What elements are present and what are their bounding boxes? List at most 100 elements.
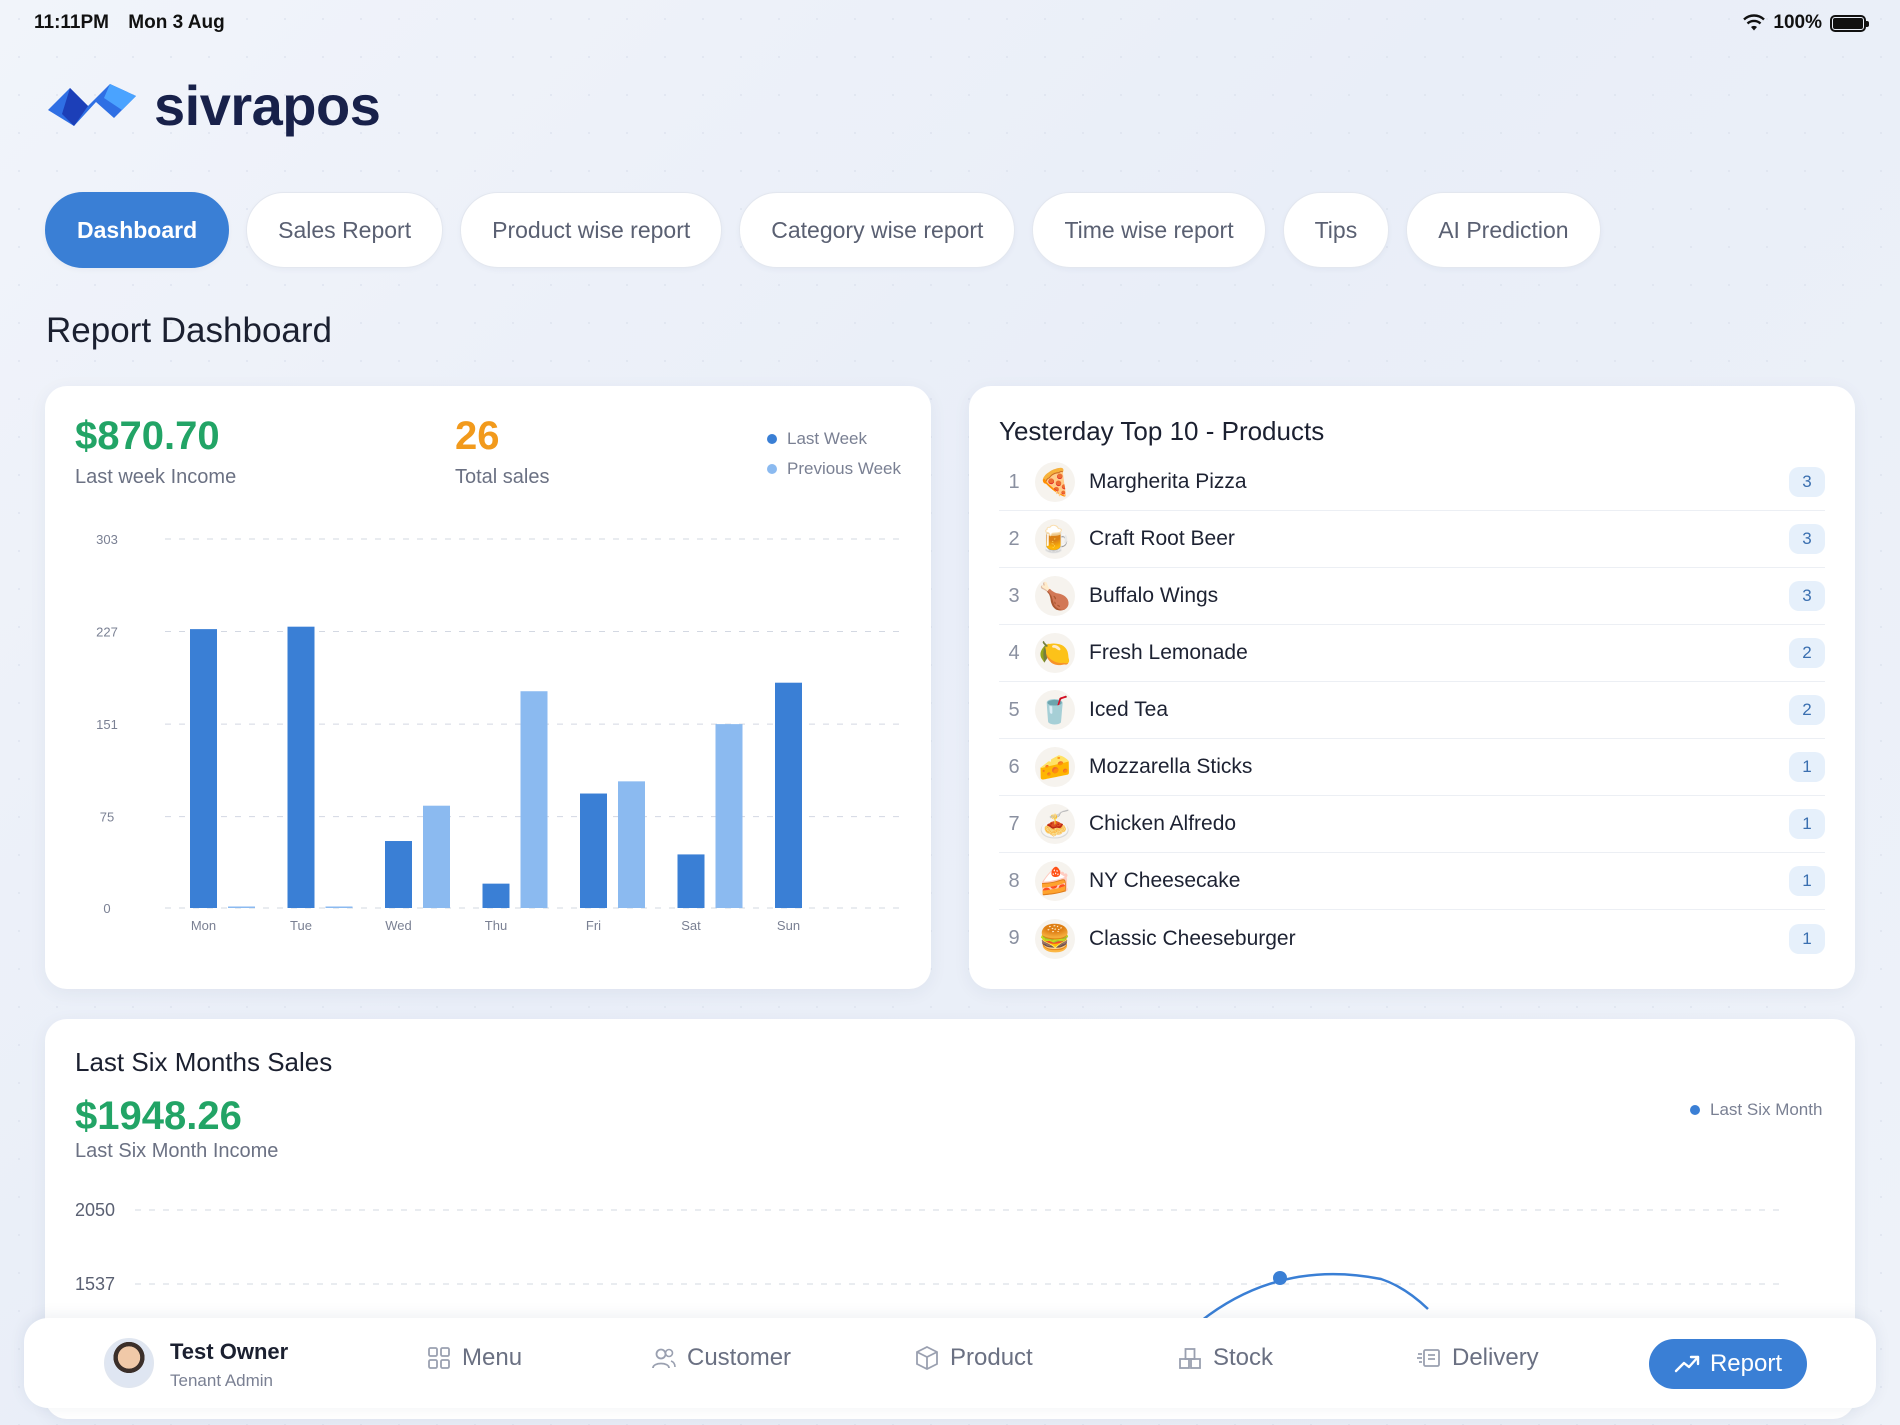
product-rank: 7: [1008, 812, 1020, 835]
weekly-bar-chart: 0 75 151 227 303 Mon Tue Wed Thu Fri Sat Sun: [96, 532, 900, 933]
cheesecake-icon: 🍰: [1035, 861, 1075, 901]
product-rank: 4: [1008, 641, 1020, 664]
tab-time-wise-report[interactable]: Time wise report: [1032, 192, 1266, 268]
bar-previous-week-mon[interactable]: [228, 906, 255, 909]
nav-delivery[interactable]: Delivery: [1416, 1344, 1539, 1372]
product-rank: 5: [1008, 698, 1020, 721]
bar-last-week-thu[interactable]: [482, 883, 510, 908]
logo-mark-icon: [48, 84, 136, 126]
list-item[interactable]: 9 🍔 Classic Cheeseburger 1: [999, 910, 1825, 967]
battery-percent: 100%: [1773, 12, 1822, 33]
x-tick-label: Mon: [191, 918, 216, 933]
warehouse-icon: [1179, 1348, 1201, 1369]
product-name: NY Cheesecake: [1089, 869, 1241, 892]
product-rank: 2: [1008, 527, 1020, 550]
wings-icon: 🍗: [1035, 576, 1075, 616]
list-item[interactable]: 3 🍗 Buffalo Wings 3: [999, 568, 1825, 625]
top-products-card: Yesterday Top 10 - Products 1 🍕 Margherita…: [969, 386, 1855, 989]
list-item[interactable]: 5 🥤 Iced Tea 2: [999, 682, 1825, 739]
x-tick-label: Sat: [681, 918, 701, 933]
product-count-badge: 3: [1789, 524, 1825, 554]
tab-sales-report[interactable]: Sales Report: [246, 192, 444, 268]
status-right: 100%: [1743, 12, 1869, 34]
product-count-badge: 1: [1789, 809, 1825, 839]
bar-previous-week-wed[interactable]: [423, 805, 450, 908]
delivery-icon: [1417, 1349, 1440, 1367]
list-item[interactable]: 1 🍕 Margherita Pizza 3: [999, 454, 1825, 511]
product-rank: 6: [1008, 755, 1020, 778]
tab-dashboard[interactable]: Dashboard: [45, 192, 230, 268]
product-count-badge: 2: [1789, 695, 1825, 725]
mozzarella-icon: 🧀: [1035, 747, 1075, 787]
product-count-badge: 1: [1789, 866, 1825, 896]
line-point[interactable]: [1273, 1271, 1287, 1285]
product-rank: 1: [1008, 470, 1020, 493]
avatar[interactable]: [104, 1338, 154, 1388]
list-item[interactable]: 8 🍰 NY Cheesecake 1: [999, 853, 1825, 910]
product-name: Classic Cheeseburger: [1089, 926, 1296, 950]
status-left: 11:11PM Mon 3 Aug: [34, 12, 239, 34]
product-count-badge: 2: [1789, 638, 1825, 668]
bar-last-week-mon[interactable]: [190, 629, 217, 908]
nav-menu[interactable]: Menu: [426, 1344, 522, 1372]
product-name: Craft Root Beer: [1089, 527, 1235, 550]
bar-previous-week-sat[interactable]: [715, 724, 743, 908]
lemonade-icon: 🍋: [1035, 633, 1075, 673]
bottom-navigation: Test Owner Tenant Admin Menu Customer Pr…: [24, 1318, 1876, 1408]
bar-previous-week-fri[interactable]: [618, 781, 645, 908]
bar-last-week-fri[interactable]: [580, 793, 607, 908]
nav-stock[interactable]: Stock: [1177, 1344, 1273, 1372]
product-rank: 8: [1008, 869, 1020, 892]
nav-delivery-label: Delivery: [1452, 1344, 1539, 1371]
list-item[interactable]: 4 🍋 Fresh Lemonade 2: [999, 625, 1825, 682]
y-tick-label: 1537: [75, 1274, 115, 1294]
bar-previous-week-tue[interactable]: [325, 906, 353, 909]
x-tick-label: Sun: [777, 918, 800, 933]
wifi-icon: [1743, 14, 1766, 31]
list-item[interactable]: 7 🍝 Chicken Alfredo 1: [999, 796, 1825, 853]
nav-menu-label: Menu: [462, 1344, 523, 1371]
pasta-icon: 🍝: [1035, 804, 1075, 844]
brand-name: sivrapos: [154, 73, 381, 137]
nav-product[interactable]: Product: [914, 1344, 1033, 1372]
brand-logo: sivrapos: [44, 70, 381, 140]
list-item[interactable]: 2 🍺 Craft Root Beer 3: [999, 511, 1825, 568]
nav-report[interactable]: Report: [1649, 1339, 1807, 1389]
bar-last-week-wed[interactable]: [385, 841, 412, 908]
battery-icon: [1830, 14, 1869, 32]
list-item[interactable]: 6 🧀 Mozzarella Sticks 1: [999, 739, 1825, 796]
product-name: Fresh Lemonade: [1089, 641, 1248, 664]
x-tick-label: Fri: [586, 918, 601, 933]
nav-report-label: Report: [1709, 1350, 1783, 1377]
x-tick-label: Tue: [290, 918, 312, 933]
y-tick-label: 227: [96, 625, 118, 640]
x-tick-label: Thu: [485, 918, 507, 933]
bar-previous-week-thu[interactable]: [520, 691, 548, 908]
nav-product-label: Product: [950, 1344, 1033, 1371]
y-tick-label: 151: [96, 717, 118, 732]
iced-tea-icon: 🥤: [1035, 690, 1075, 730]
product-name: Iced Tea: [1089, 698, 1169, 721]
user-name: Test Owner: [170, 1339, 289, 1364]
report-tabs: Dashboard Sales Report Product wise repo…: [45, 192, 1601, 268]
product-name: Margherita Pizza: [1089, 470, 1247, 493]
tab-tips[interactable]: Tips: [1282, 192, 1390, 268]
x-tick-label: Wed: [385, 918, 412, 933]
y-tick-label: 2050: [75, 1200, 115, 1220]
tab-product-wise-report[interactable]: Product wise report: [460, 192, 723, 268]
product-name: Mozzarella Sticks: [1089, 755, 1253, 778]
bar-last-week-sat[interactable]: [677, 854, 705, 908]
product-count-badge: 3: [1789, 581, 1825, 611]
y-tick-label: 303: [96, 532, 118, 547]
product-rank: 3: [1008, 584, 1020, 607]
tab-category-wise-report[interactable]: Category wise report: [739, 192, 1016, 268]
nav-customer-label: Customer: [687, 1344, 792, 1371]
status-bar: 11:11PM Mon 3 Aug 100%: [34, 10, 1869, 36]
bar-last-week-tue[interactable]: [287, 626, 315, 908]
nav-stock-label: Stock: [1213, 1344, 1274, 1371]
bar-last-week-sun[interactable]: [775, 682, 802, 908]
grid-icon: [428, 1347, 450, 1369]
tab-ai-prediction[interactable]: AI Prediction: [1406, 192, 1601, 268]
nav-customer[interactable]: Customer: [651, 1344, 791, 1372]
product-count-badge: 1: [1789, 923, 1825, 954]
